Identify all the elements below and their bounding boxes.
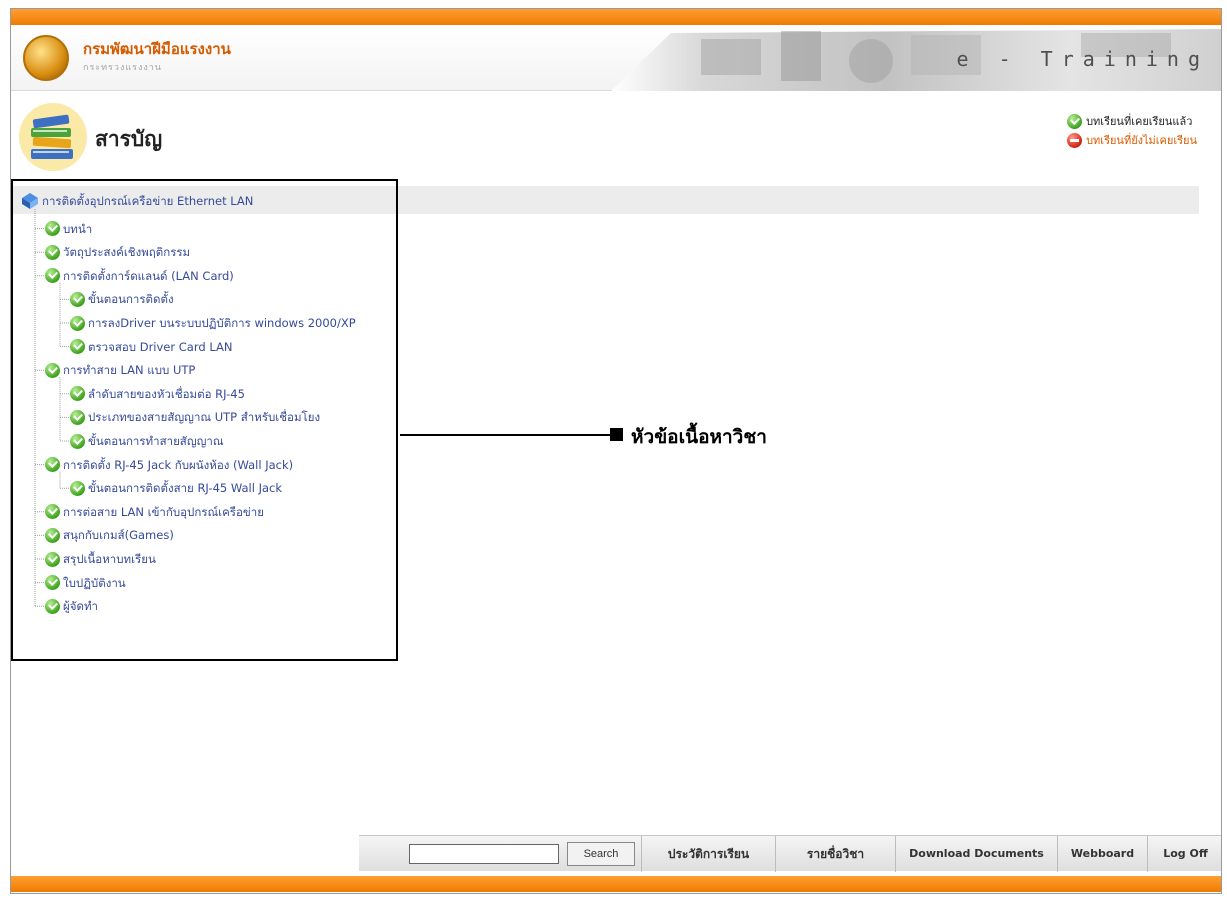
green-check-icon — [45, 575, 60, 591]
tree-item[interactable]: สรุปเนื้อหาบทเรียน — [45, 551, 156, 567]
green-check-icon — [70, 433, 85, 449]
legend-not-completed-label: บทเรียนที่ยังไม่เคยเรียน — [1086, 134, 1197, 147]
banner-title: e - Training — [956, 47, 1209, 71]
download-documents-link[interactable]: Download Documents — [895, 836, 1057, 872]
blue-book-icon — [21, 192, 39, 210]
top-orange-bar — [11, 9, 1221, 25]
site-header: กรมพัฒนาฝีมือแรงงาน กระทรวงแรงงาน e - Tr… — [11, 25, 1221, 91]
green-check-icon — [45, 244, 60, 260]
legend-completed: บทเรียนที่เคยเรียนแล้ว — [1067, 112, 1197, 131]
green-check-icon — [1067, 114, 1083, 129]
green-check-icon — [70, 386, 85, 402]
footer-toolbar: Search ประวัติการเรียน รายชื่อวิชา Downl… — [359, 835, 1221, 872]
bottom-orange-bar — [11, 876, 1221, 892]
green-check-icon — [45, 457, 60, 473]
tree-item-label: สนุกกับเกมส์(Games) — [63, 528, 174, 543]
tree-item-label: ขั้นตอนการทำสายสัญญาณ — [88, 434, 224, 448]
legend-completed-label: บทเรียนที่เคยเรียนแล้ว — [1086, 115, 1193, 128]
green-check-icon — [70, 339, 85, 355]
course-list-link[interactable]: รายชื่อวิชา — [775, 836, 895, 872]
page-title: สารบัญ — [95, 127, 163, 151]
tree-item-label: ขั้นตอนการติดตั้ง — [88, 292, 174, 307]
tree-item[interactable]: สนุกกับเกมส์(Games) — [45, 527, 174, 543]
tree-item-label: การลงDriver บนระบบปฏิบัติการ windows 200… — [88, 316, 356, 330]
dsd-logo-icon — [23, 35, 69, 81]
tree-item-label: การต่อสาย LAN เข้ากับอุปกรณ์เครือข่าย — [63, 504, 264, 519]
logoff-link[interactable]: Log Off — [1147, 836, 1221, 872]
toc-tree-box: การติดตั้งอุปกรณ์เครือข่าย Ethernet LAN บ… — [11, 179, 398, 661]
tree-item-label: ผู้จัดทำ — [63, 599, 98, 614]
tree-item-label: การติดตั้ง RJ-45 Jack กับผนังห้อง (Wall … — [63, 457, 294, 472]
legend: บทเรียนที่เคยเรียนแล้ว บทเรียนที่ยังไม่เ… — [1067, 112, 1197, 150]
green-check-icon — [70, 409, 85, 425]
tree-item[interactable]: การติดตั้งการ์ดแลนด์ (LAN Card) — [45, 268, 234, 284]
tree-root[interactable]: การติดตั้งอุปกรณ์เครือข่าย Ethernet LAN — [21, 193, 253, 209]
tree-item[interactable]: การต่อสาย LAN เข้ากับอุปกรณ์เครือข่าย — [45, 504, 264, 520]
red-minus-icon — [1067, 133, 1083, 148]
tree-item[interactable]: ขั้นตอนการติดตั้ง — [70, 291, 174, 307]
tree-item-label: การติดตั้งการ์ดแลนด์ (LAN Card) — [63, 268, 234, 283]
tree-item[interactable]: การติดตั้ง RJ-45 Jack กับผนังห้อง (Wall … — [45, 457, 293, 473]
tree-item-label: ประเภทของสายสัญญาณ UTP สำหรับเชื่อมโยง — [88, 410, 321, 425]
green-check-icon — [45, 504, 60, 520]
green-check-icon — [70, 315, 85, 331]
tree-item-label: การทำสาย LAN แบบ UTP — [63, 363, 196, 378]
green-check-icon — [45, 268, 60, 284]
tree-item[interactable]: การลงDriver บนระบบปฏิบัติการ windows 200… — [70, 315, 356, 331]
green-check-icon — [70, 480, 85, 496]
search-input[interactable] — [409, 844, 559, 864]
tree-item[interactable]: ขั้นตอนการติดตั้งสาย RJ-45 Wall Jack — [70, 480, 282, 496]
green-check-icon — [45, 551, 60, 567]
tree-item[interactable]: ประเภทของสายสัญญาณ UTP สำหรับเชื่อมโยง — [70, 409, 320, 425]
tree-item[interactable]: การทำสาย LAN แบบ UTP — [45, 362, 195, 378]
green-check-icon — [45, 598, 60, 614]
books-icon — [19, 103, 87, 171]
tree-item-label: สรุปเนื้อหาบทเรียน — [63, 552, 156, 566]
green-check-icon — [45, 527, 60, 543]
org-name: กรมพัฒนาฝีมือแรงงาน — [83, 40, 231, 58]
tree-root-label: การติดตั้งอุปกรณ์เครือข่าย Ethernet LAN — [42, 194, 254, 208]
tree-item[interactable]: ตรวจสอบ Driver Card LAN — [70, 339, 232, 355]
tree-item-label: ตรวจสอบ Driver Card LAN — [88, 339, 233, 354]
tree-item-label: วัตถุประสงค์เชิงพฤติกรรม — [63, 245, 191, 260]
webboard-link[interactable]: Webboard — [1057, 836, 1147, 872]
green-check-icon — [45, 221, 60, 237]
search-button[interactable]: Search — [567, 842, 635, 866]
green-check-icon — [45, 362, 60, 378]
tree-item[interactable]: ผู้จัดทำ — [45, 598, 98, 614]
org-subtitle: กระทรวงแรงงาน — [83, 63, 162, 73]
tree-item[interactable]: ลำดับสายของหัวเชื่อมต่อ RJ-45 — [70, 386, 245, 402]
tree-item-label: ลำดับสายของหัวเชื่อมต่อ RJ-45 — [88, 386, 245, 401]
page-frame: กรมพัฒนาฝีมือแรงงาน กระทรวงแรงงาน e - Tr… — [10, 8, 1222, 894]
tree-item[interactable]: ใบปฏิบัติงาน — [45, 575, 126, 591]
tree-item[interactable]: บทนำ — [45, 221, 92, 237]
green-check-icon — [70, 291, 85, 307]
callout-label: หัวข้อเนื้อหาวิชา — [631, 426, 767, 448]
callout-line — [400, 434, 610, 436]
tree-item[interactable]: ขั้นตอนการทำสายสัญญาณ — [70, 433, 224, 449]
tree-item-label: ขั้นตอนการติดตั้งสาย RJ-45 Wall Jack — [88, 481, 283, 496]
tree-item-label: บทนำ — [63, 221, 93, 236]
history-link[interactable]: ประวัติการเรียน — [641, 836, 775, 872]
tree-item-label: ใบปฏิบัติงาน — [63, 575, 126, 590]
legend-not-completed: บทเรียนที่ยังไม่เคยเรียน — [1067, 131, 1197, 150]
tree-item[interactable]: วัตถุประสงค์เชิงพฤติกรรม — [45, 244, 190, 260]
callout-marker — [610, 428, 623, 441]
